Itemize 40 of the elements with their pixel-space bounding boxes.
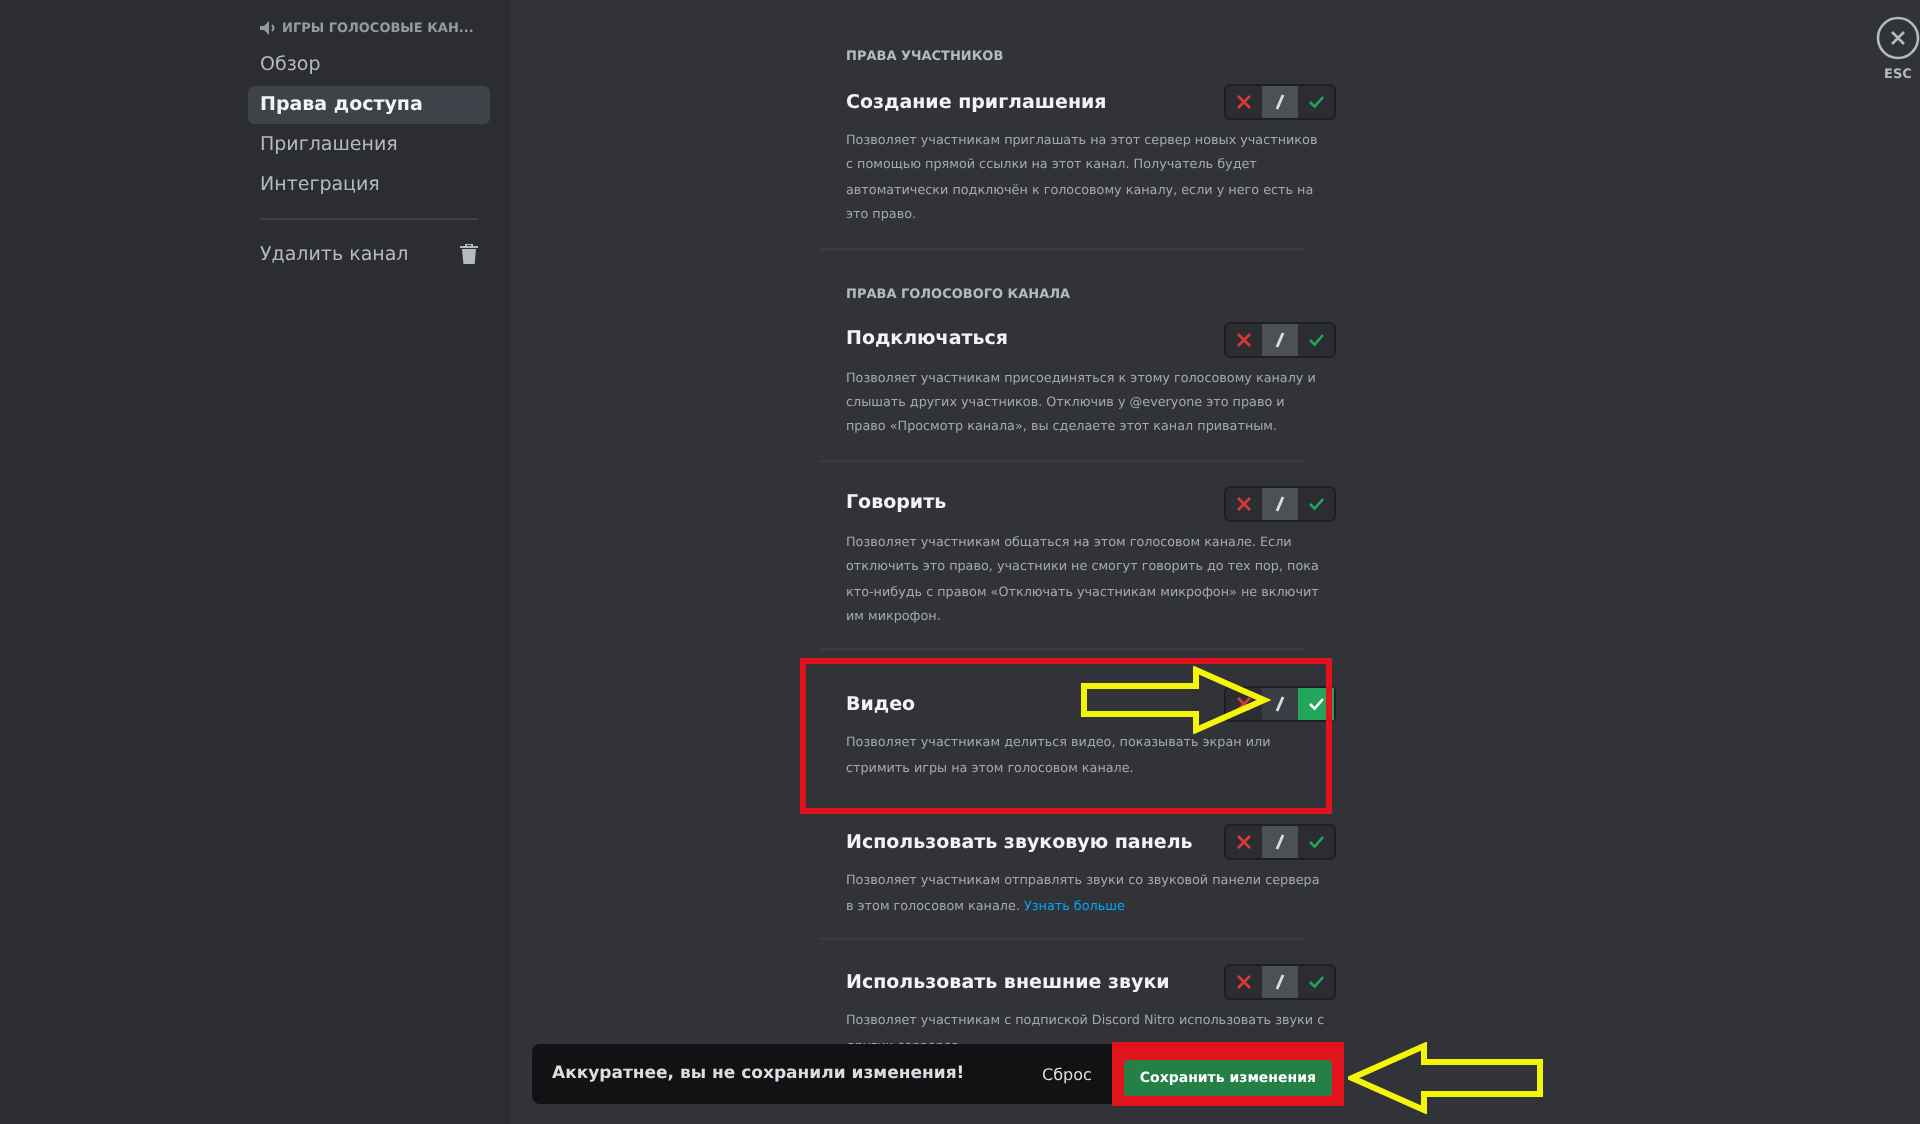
permission-title: Видео <box>846 693 916 716</box>
permission-toggle[interactable] <box>1224 321 1336 358</box>
cross-icon <box>1236 94 1252 110</box>
permission-toggle[interactable] <box>1224 824 1336 861</box>
delete-label: Удалить канал <box>260 243 409 265</box>
cross-icon <box>1236 495 1252 512</box>
permission-title: Говорить <box>846 492 947 515</box>
trash-icon <box>460 244 478 264</box>
permission-title: Создание приглашения <box>846 91 1107 113</box>
cross-icon <box>1236 974 1252 991</box>
check-icon <box>1308 331 1324 348</box>
delete-channel-item[interactable]: Удалить канал <box>248 236 490 272</box>
sidebar-item[interactable]: Права доступа <box>248 86 490 124</box>
close-icon <box>1876 16 1920 60</box>
slash-icon <box>1272 331 1288 348</box>
check-icon <box>1308 696 1324 713</box>
permission-title: Подключаться <box>846 328 1008 351</box>
slash-icon <box>1272 94 1288 110</box>
slash-icon <box>1272 834 1288 851</box>
cross-icon <box>1236 834 1252 851</box>
check-icon <box>1308 495 1324 512</box>
slash-icon <box>1272 696 1288 713</box>
sidebar-item[interactable]: Интеграция <box>248 166 490 204</box>
speaker-icon <box>260 20 276 36</box>
sidebar-item[interactable]: Приглашения <box>248 126 490 164</box>
cross-icon <box>1236 696 1252 713</box>
reset-link[interactable]: Сброс <box>1041 1065 1092 1083</box>
check-icon <box>1308 974 1324 991</box>
cross-icon <box>1236 331 1252 348</box>
check-icon <box>1308 94 1324 110</box>
sidebar-item[interactable]: Обзор <box>248 46 490 84</box>
warning-text: Аккуратнее, вы не сохранили изменения! <box>552 1064 967 1084</box>
slash-icon <box>1272 974 1288 991</box>
slash-icon <box>1272 495 1288 512</box>
permission-toggle[interactable] <box>1224 84 1336 120</box>
permission-title: Использовать звуковую панель <box>846 831 1193 854</box>
permission-toggle[interactable] <box>1224 485 1336 522</box>
check-icon <box>1308 834 1324 851</box>
permission-title: Использовать внешние звуки <box>846 971 1170 994</box>
permission-toggle[interactable] <box>1224 964 1336 1001</box>
